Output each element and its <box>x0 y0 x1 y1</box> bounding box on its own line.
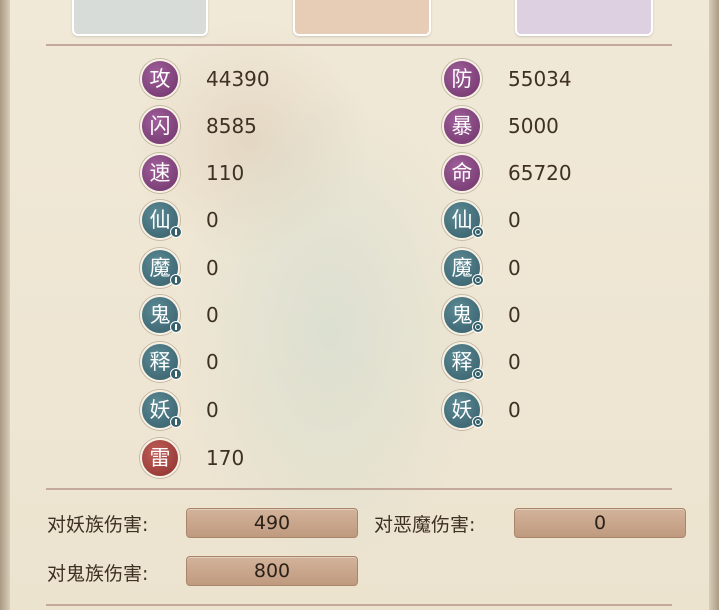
defense-icon: 防 <box>442 59 482 99</box>
dodge-icon: 闪 <box>140 106 180 146</box>
attack-marker-icon <box>170 416 182 428</box>
stat-value: 8585 <box>206 114 257 138</box>
frame-edge-right <box>709 0 719 610</box>
attack-marker-icon <box>170 368 182 380</box>
stat-value: 0 <box>206 303 219 327</box>
damage-vs-ghost-value: 800 <box>186 556 358 586</box>
divider <box>46 488 672 490</box>
frame-edge-left <box>0 0 10 610</box>
hp-icon: 命 <box>442 153 482 193</box>
attack-marker-icon <box>170 226 182 238</box>
stat-value: 0 <box>508 256 521 280</box>
stat-value: 65720 <box>508 161 572 185</box>
stat-value: 5000 <box>508 114 559 138</box>
stat-value: 44390 <box>206 67 270 91</box>
damage-vs-demon-label: 对恶魔伤害: <box>374 514 476 536</box>
divider <box>46 44 672 46</box>
stat-value: 170 <box>206 446 245 470</box>
attack-icon: 攻 <box>140 59 180 99</box>
defense-marker-icon <box>472 321 484 333</box>
attack-marker-icon <box>170 321 182 333</box>
defense-marker-icon <box>472 226 484 238</box>
stat-value: 0 <box>508 398 521 422</box>
attribute-panel: 攻 44390 闪 8585 速 110 仙 0 魔 0 鬼 0 释 0 妖 0… <box>0 0 719 610</box>
stat-value: 0 <box>508 208 521 232</box>
defense-marker-icon <box>472 416 484 428</box>
top-card-peach[interactable] <box>293 0 431 36</box>
critical-icon: 暴 <box>442 106 482 146</box>
stat-value: 0 <box>206 256 219 280</box>
stat-value: 55034 <box>508 67 572 91</box>
stat-value: 0 <box>206 350 219 374</box>
thunder-icon: 雷 <box>140 438 180 478</box>
speed-icon: 速 <box>140 153 180 193</box>
damage-vs-yao-label: 对妖族伤害: <box>47 514 149 536</box>
damage-vs-ghost-label: 对鬼族伤害: <box>47 563 149 585</box>
stat-value: 0 <box>508 303 521 327</box>
stat-value: 110 <box>206 161 245 185</box>
top-card-lavender[interactable] <box>515 0 653 36</box>
divider <box>46 604 672 606</box>
stat-value: 0 <box>206 398 219 422</box>
defense-marker-icon <box>472 274 484 286</box>
stat-value: 0 <box>206 208 219 232</box>
damage-vs-yao-value: 490 <box>186 508 358 538</box>
damage-vs-demon-value: 0 <box>514 508 686 538</box>
top-card-grey[interactable] <box>72 0 208 36</box>
attack-marker-icon <box>170 274 182 286</box>
defense-marker-icon <box>472 368 484 380</box>
stat-value: 0 <box>508 350 521 374</box>
